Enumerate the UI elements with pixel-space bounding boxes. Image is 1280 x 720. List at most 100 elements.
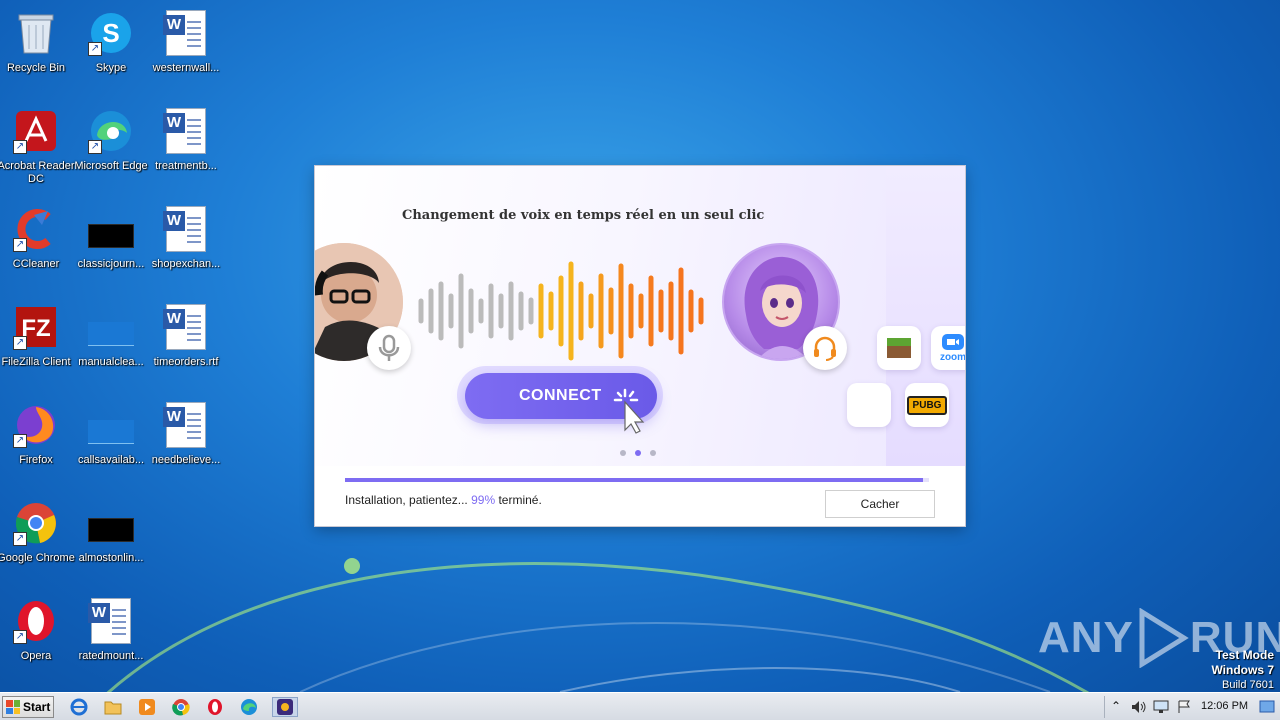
word-document-icon — [88, 598, 131, 644]
taskbar: Start ⌃ 12:06 PM — [0, 692, 1280, 720]
windows-logo-icon — [6, 700, 20, 714]
shortcut-arrow-icon: ↗ — [13, 532, 27, 546]
zoom-label: zoom — [939, 351, 965, 363]
document-icon[interactable]: treatmentb... — [147, 104, 225, 190]
word-document-icon — [163, 10, 206, 56]
taskbar-clock[interactable]: 12:06 PM — [1201, 700, 1248, 712]
thumbnail-icon — [88, 518, 134, 542]
carousel-dot[interactable] — [650, 450, 656, 456]
installer-window: Changement de voix en temps réel en un s… — [315, 166, 965, 526]
explorer-folder-icon[interactable] — [102, 697, 124, 717]
document-icon[interactable]: needbelieve... — [147, 398, 225, 484]
icon-label: ratedmount... — [78, 650, 144, 662]
media-player-icon[interactable] — [136, 697, 158, 717]
internet-explorer-icon[interactable] — [68, 697, 90, 717]
network-icon[interactable] — [1153, 700, 1169, 714]
install-progress-bar — [345, 478, 929, 482]
edge-shortcut[interactable]: ↗ Microsoft Edge — [72, 104, 150, 190]
filezilla-icon: FZ ↗ — [13, 304, 59, 350]
thumbnail-icon — [88, 322, 134, 346]
thumbnail-icon — [88, 224, 134, 248]
icon-label: shopexchan... — [151, 258, 221, 270]
file-icon[interactable]: almostonlin... — [72, 496, 150, 582]
file-icon[interactable]: manualclea... — [72, 300, 150, 386]
speaker-icon[interactable] — [1131, 700, 1147, 714]
icon-label: Microsoft Edge — [74, 160, 148, 172]
chrome-icon: ↗ — [13, 500, 59, 546]
icon-label: callsavailab... — [77, 454, 145, 466]
voice-waveform — [418, 261, 704, 361]
pubg-tile: PUBG — [905, 383, 949, 427]
ccleaner-shortcut[interactable]: ↗ CCleaner — [0, 202, 75, 288]
microphone-badge — [367, 326, 411, 370]
connect-label: CONNECT — [519, 387, 602, 404]
icon-label: Recycle Bin — [6, 62, 66, 74]
word-document-icon — [163, 108, 206, 154]
icon-label: westernwall... — [152, 62, 220, 74]
ccleaner-icon: ↗ — [13, 206, 59, 252]
icon-label: treatmentb... — [155, 160, 217, 172]
shortcut-arrow-icon: ↗ — [13, 336, 27, 350]
filezilla-shortcut[interactable]: FZ ↗ FileZilla Client — [0, 300, 75, 386]
shortcut-arrow-icon: ↗ — [13, 434, 27, 448]
svg-text:S: S — [102, 18, 119, 48]
firefox-icon: ↗ — [13, 402, 59, 448]
zoom-tile: zoom — [931, 326, 965, 370]
icon-label: Skype — [95, 62, 127, 74]
opera-shortcut[interactable]: ↗ Opera — [0, 594, 75, 680]
shortcut-arrow-icon: ↗ — [13, 630, 27, 644]
icon-label: manualclea... — [78, 356, 144, 368]
acrobat-shortcut[interactable]: ↗ Acrobat Reader DC — [0, 104, 75, 190]
document-icon[interactable]: ratedmount... — [72, 594, 150, 680]
file-icon[interactable]: callsavailab... — [72, 398, 150, 484]
promo-banner: Changement de voix en temps réel en un s… — [315, 166, 965, 466]
edge-icon[interactable] — [238, 697, 260, 717]
icon-label: Firefox — [19, 454, 53, 466]
skype-icon: S ↗ — [88, 10, 134, 56]
shortcut-arrow-icon: ↗ — [88, 42, 102, 56]
chrome-shortcut[interactable]: ↗ Google Chrome — [0, 496, 75, 582]
hide-button[interactable]: Cacher — [825, 490, 935, 518]
document-icon[interactable]: timeorders.rtf — [147, 300, 225, 386]
icon-label: Google Chrome — [0, 552, 75, 564]
skype-shortcut[interactable]: S ↗ Skype — [72, 6, 150, 92]
recycle-bin-icon[interactable]: Recycle Bin — [0, 6, 75, 92]
play-logo-icon — [1139, 608, 1189, 668]
headset-icon — [814, 336, 836, 361]
opera-icon[interactable] — [204, 697, 226, 717]
status-prefix: Installation, patientez... — [345, 493, 468, 507]
carousel-indicator — [620, 450, 656, 456]
icon-label: almostonlin... — [78, 552, 144, 564]
pubg-label: PUBG — [906, 395, 948, 415]
firefox-shortcut[interactable]: ↗ Firefox — [0, 398, 75, 484]
start-button[interactable]: Start — [2, 696, 54, 718]
document-icon[interactable]: shopexchan... — [147, 202, 225, 288]
acrobat-icon: ↗ — [13, 108, 59, 154]
microphone-icon — [378, 334, 400, 361]
installer-app-icon[interactable] — [272, 697, 298, 717]
carousel-dot[interactable] — [620, 450, 626, 456]
testmode-line3: Build 7601 — [1222, 679, 1274, 691]
click-cursor-icon — [613, 388, 645, 434]
icon-label: FileZilla Client — [1, 356, 71, 368]
thumbnail-icon — [88, 420, 134, 444]
file-icon[interactable]: classicjourn... — [72, 202, 150, 288]
icon-label: CCleaner — [12, 258, 60, 270]
show-hidden-icons-icon[interactable]: ⌃ — [1111, 699, 1121, 713]
icon-label: Acrobat Reader DC — [0, 160, 75, 185]
opera-icon: ↗ — [13, 598, 59, 644]
banner-tagline: Changement de voix en temps réel en un s… — [402, 208, 765, 223]
status-percent: 99% — [471, 493, 496, 507]
start-label: Start — [23, 700, 51, 714]
shortcut-arrow-icon: ↗ — [13, 140, 27, 154]
watermark-text-left: ANY — [1038, 613, 1134, 662]
testmode-line2: Windows 7 — [1211, 663, 1274, 677]
install-status: Installation, patientez... 99% terminé. — [345, 493, 542, 507]
icon-label: classicjourn... — [77, 258, 145, 270]
action-center-flag-icon[interactable] — [1177, 700, 1193, 714]
carousel-dot-active[interactable] — [635, 450, 641, 456]
install-progress-fill — [345, 478, 924, 482]
document-icon[interactable]: westernwall... — [147, 6, 225, 92]
chrome-icon[interactable] — [170, 697, 192, 717]
show-desktop-icon[interactable] — [1259, 700, 1275, 714]
